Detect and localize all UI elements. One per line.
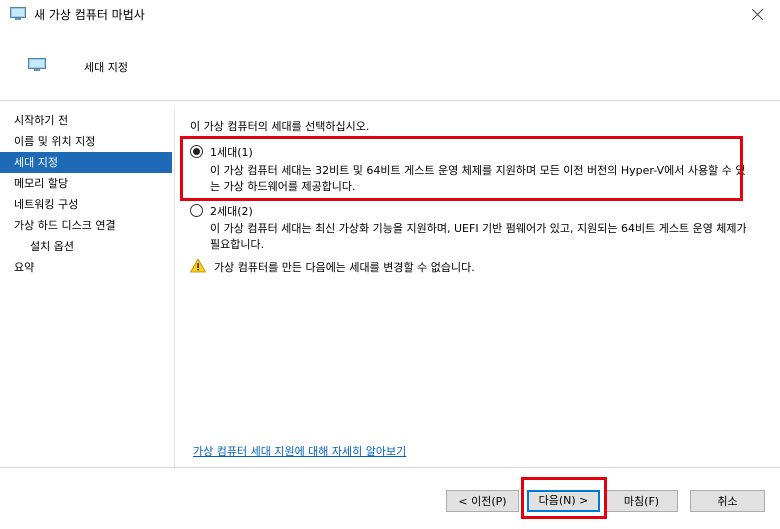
previous-button[interactable]: < 이전(P) bbox=[446, 490, 519, 512]
wizard-header: 세대 지정 bbox=[0, 30, 780, 100]
step-name-location[interactable]: 이름 및 위치 지정 bbox=[0, 131, 172, 152]
wizard-steps: 시작하기 전 이름 및 위치 지정 세대 지정 메모리 할당 네트워킹 구성 가… bbox=[0, 110, 172, 278]
generation-2-description: 이 가상 컴퓨터 세대는 최신 가상화 기능을 지원하며, UEFI 기반 펌웨… bbox=[210, 222, 747, 251]
learn-more-link[interactable]: 가상 컴퓨터 세대 지원에 대해 자세히 알아보기 bbox=[193, 443, 406, 459]
warning-icon bbox=[189, 258, 207, 276]
highlight-box bbox=[180, 136, 743, 201]
cancel-button[interactable]: 취소 bbox=[690, 490, 765, 512]
step-memory[interactable]: 메모리 할당 bbox=[0, 173, 172, 194]
step-installation-options[interactable]: 설치 옵션 bbox=[0, 236, 172, 257]
step-virtual-hard-disk[interactable]: 가상 하드 디스크 연결 bbox=[0, 215, 172, 236]
title-bar: 새 가상 컴퓨터 마법사 bbox=[0, 0, 780, 30]
next-highlight-box bbox=[521, 477, 607, 519]
finish-button[interactable]: 마침(F) bbox=[605, 490, 678, 512]
footer-divider bbox=[0, 467, 780, 468]
step-networking[interactable]: 네트워킹 구성 bbox=[0, 194, 172, 215]
step-generation[interactable]: 세대 지정 bbox=[0, 152, 172, 173]
step-summary[interactable]: 요약 bbox=[0, 257, 172, 278]
hyper-v-icon bbox=[28, 58, 46, 75]
window-title: 새 가상 컴퓨터 마법사 bbox=[34, 8, 145, 22]
sidebar-divider bbox=[174, 110, 175, 470]
generation-2-radio[interactable] bbox=[190, 204, 203, 217]
intro-text: 이 가상 컴퓨터의 세대를 선택하십시오. bbox=[190, 120, 370, 133]
page-title: 세대 지정 bbox=[84, 61, 128, 74]
close-icon[interactable] bbox=[734, 0, 780, 30]
main-content: 이 가상 컴퓨터의 세대를 선택하십시오. bbox=[190, 118, 770, 134]
warning-text: 가상 컴퓨터를 만든 다음에는 세대를 변경할 수 없습니다. bbox=[214, 261, 475, 274]
generation-2-label[interactable]: 2세대(2) bbox=[210, 203, 253, 219]
step-before-you-begin[interactable]: 시작하기 전 bbox=[0, 110, 172, 131]
header-divider bbox=[0, 100, 780, 101]
hyper-v-icon bbox=[10, 7, 26, 24]
